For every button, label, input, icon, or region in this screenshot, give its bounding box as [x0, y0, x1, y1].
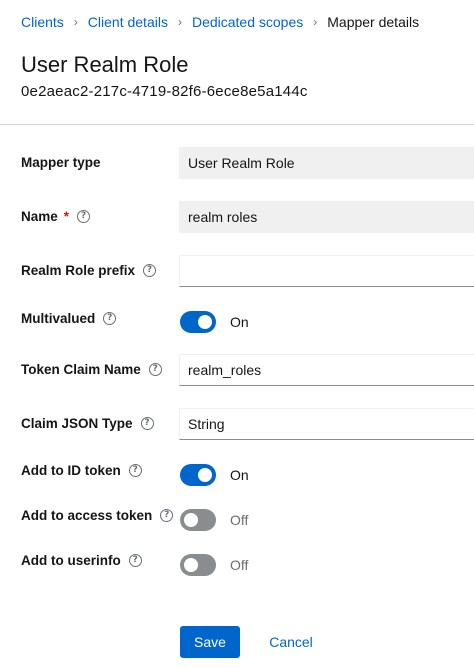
name-label: Name * ?	[21, 209, 91, 224]
chevron-right-icon: ›	[177, 15, 182, 29]
token-claim-name-input[interactable]: realm_roles	[179, 354, 474, 386]
cancel-button[interactable]: Cancel	[258, 626, 324, 658]
chevron-right-icon: ›	[313, 15, 318, 29]
multivalued-state: On	[230, 314, 249, 330]
add-to-userinfo-state: Off	[230, 557, 249, 573]
breadcrumb-dedicated-scopes-link[interactable]: Dedicated scopes	[192, 14, 303, 30]
claim-json-type-select[interactable]: String	[179, 408, 474, 440]
add-to-id-token-toggle[interactable]	[180, 464, 216, 486]
page-title: User Realm Role	[21, 52, 189, 77]
token-claim-name-label: Token Claim Name ?	[21, 362, 162, 377]
add-to-userinfo-label: Add to userinfo ?	[21, 553, 142, 568]
help-icon[interactable]: ?	[128, 554, 142, 567]
save-button[interactable]: Save	[180, 626, 240, 658]
toggle-knob	[198, 315, 212, 329]
help-icon[interactable]: ?	[143, 264, 157, 277]
toggle-knob	[184, 558, 198, 572]
add-to-access-token-state: Off	[230, 512, 249, 528]
breadcrumb: Clients › Client details › Dedicated sco…	[21, 14, 419, 30]
breadcrumb-client-details-link[interactable]: Client details	[88, 14, 168, 30]
realm-role-prefix-label: Realm Role prefix ?	[21, 263, 157, 278]
multivalued-toggle[interactable]	[180, 311, 216, 333]
help-icon[interactable]: ?	[77, 210, 91, 223]
breadcrumb-clients-link[interactable]: Clients	[21, 14, 64, 30]
help-icon[interactable]: ?	[140, 417, 154, 430]
help-icon[interactable]: ?	[103, 312, 117, 325]
claim-json-type-label: Claim JSON Type ?	[21, 416, 154, 431]
chevron-right-icon: ›	[73, 15, 78, 29]
add-to-access-token-toggle[interactable]	[180, 509, 216, 531]
required-indicator: *	[63, 209, 70, 224]
mapper-type-field: User Realm Role	[179, 147, 474, 179]
header-divider	[0, 124, 474, 125]
help-icon[interactable]: ?	[148, 363, 162, 376]
breadcrumb-current: Mapper details	[327, 14, 420, 30]
add-to-userinfo-toggle[interactable]	[180, 554, 216, 576]
help-icon[interactable]: ?	[128, 464, 142, 477]
mapper-type-label: Mapper type	[21, 155, 101, 170]
add-to-id-token-state: On	[230, 467, 249, 483]
realm-role-prefix-input[interactable]	[179, 255, 474, 287]
mapper-id: 0e2aeac2-217c-4719-82f6-6ece8e5a144c	[21, 83, 308, 100]
help-icon[interactable]: ?	[160, 509, 174, 522]
add-to-id-token-label: Add to ID token ?	[21, 463, 142, 478]
toggle-knob	[198, 468, 212, 482]
name-field: realm roles	[179, 201, 474, 233]
multivalued-label: Multivalued ?	[21, 311, 117, 326]
add-to-access-token-label: Add to access token ?	[21, 508, 174, 523]
toggle-knob	[184, 513, 198, 527]
